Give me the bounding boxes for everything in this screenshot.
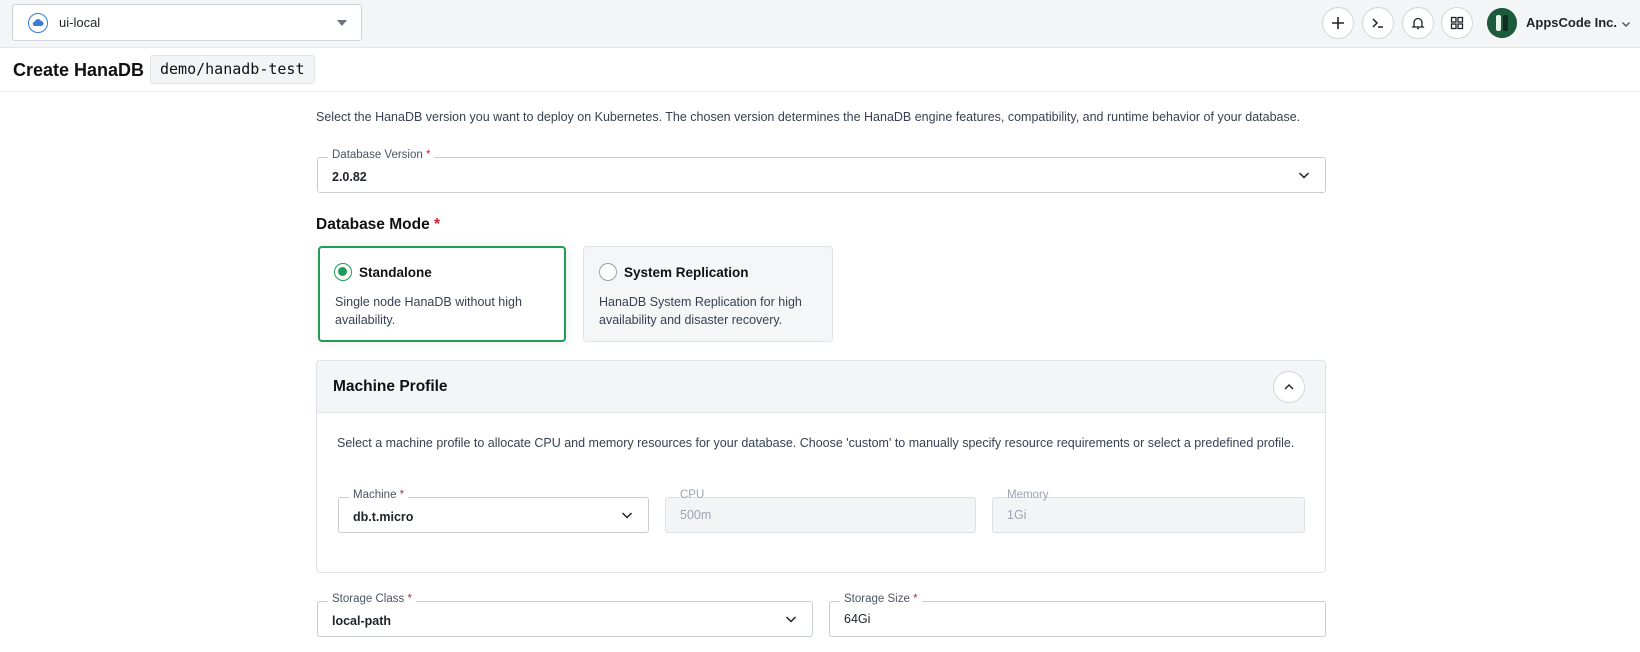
mode-option-standalone[interactable]: Standalone Single node HanaDB without hi… (318, 246, 566, 342)
resource-name-chip: demo/hanadb-test (150, 55, 315, 84)
mode-option-description: HanaDB System Replication for high avail… (599, 295, 802, 327)
database-version-select[interactable]: Database Version * 2.0.82 (317, 149, 1326, 193)
chevron-up-icon (1284, 384, 1294, 390)
chevron-down-icon (620, 508, 634, 527)
storage-size-value[interactable]: 64Gi (844, 612, 870, 626)
collapse-button[interactable] (1273, 371, 1305, 403)
notifications-button[interactable] (1402, 7, 1434, 39)
cluster-name: ui-local (59, 15, 101, 30)
top-bar: ui-local AppsCode Inc. (0, 0, 1640, 48)
memory-value: 1Gi (1007, 508, 1027, 522)
terminal-icon (1372, 18, 1383, 28)
storage-size-label: Storage Size * (840, 593, 922, 605)
page-header: Create HanaDB : demo/hanadb-test (0, 48, 1640, 92)
radio-selected[interactable] (334, 263, 352, 281)
caret-down-icon (337, 20, 347, 26)
terminal-button[interactable] (1362, 7, 1394, 39)
machine-profile-panel: Machine Profile Select a machine profile… (316, 360, 1326, 573)
chevron-down-icon (784, 612, 798, 631)
cpu-label: CPU (680, 489, 705, 501)
cpu-value: 500m (680, 508, 712, 522)
cluster-selector[interactable]: ui-local (12, 4, 362, 41)
version-description: Select the HanaDB version you want to de… (316, 110, 1301, 124)
cpu-field: CPU 500m (665, 489, 976, 533)
avatar[interactable] (1487, 8, 1517, 38)
storage-size-input[interactable]: Storage Size * 64Gi (829, 593, 1326, 637)
machine-profile-description: Select a machine profile to allocate CPU… (337, 436, 1295, 450)
cluster-cloud-icon (28, 13, 48, 33)
machine-profile-header[interactable]: Machine Profile (317, 361, 1325, 413)
machine-value: db.t.micro (353, 510, 414, 524)
chevron-down-icon (1297, 168, 1311, 187)
machine-select[interactable]: Machine * db.t.micro (338, 489, 649, 533)
storage-class-value: local-path (332, 614, 392, 628)
apps-button[interactable] (1441, 7, 1473, 39)
mode-option-title: Standalone (359, 265, 432, 280)
user-name[interactable]: AppsCode Inc. (1526, 15, 1617, 30)
apps-grid-icon (1450, 16, 1464, 30)
plus-icon (1332, 17, 1344, 29)
add-button[interactable] (1322, 7, 1354, 39)
memory-field: Memory 1Gi (992, 489, 1305, 533)
mode-option-description: Single node HanaDB without high availabi… (335, 295, 522, 327)
radio-unselected[interactable] (599, 263, 617, 281)
storage-class-select[interactable]: Storage Class * local-path (317, 593, 813, 637)
storage-class-label: Storage Class * (328, 593, 416, 605)
chevron-down-icon[interactable] (1621, 16, 1631, 34)
page-title: Create HanaDB : (13, 60, 156, 80)
database-version-value: 2.0.82 (332, 170, 367, 184)
database-mode-title: Database Mode * (316, 216, 441, 233)
machine-profile-title: Machine Profile (333, 378, 448, 395)
mode-option-system-replication[interactable]: System Replication HanaDB System Replica… (583, 246, 833, 342)
bell-icon (1411, 17, 1425, 30)
memory-label: Memory (1007, 489, 1049, 501)
machine-label: Machine * (349, 489, 409, 501)
database-version-label: Database Version * (328, 149, 435, 161)
mode-option-title: System Replication (624, 265, 749, 280)
